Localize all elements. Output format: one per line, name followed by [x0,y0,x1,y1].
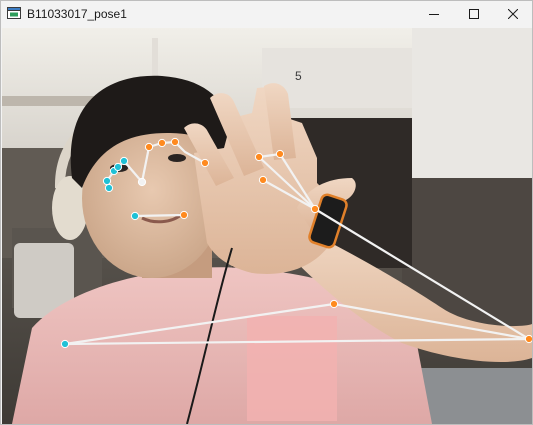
close-icon [508,9,518,19]
shirt-pocket [247,316,337,421]
landmark-nose [137,177,147,187]
landmark-right-ear [200,158,210,168]
landmark-right-eye-outer [170,137,180,147]
landmark-left-ear [113,162,123,172]
landmark-left-eye-top [119,156,129,166]
landmark-right-shoulder [524,334,532,344]
landmark-left-shoulder [60,339,70,349]
app-window: B11033017_pose1 5 [0,0,533,425]
landmark-right-eye-inner [144,142,154,152]
maximize-button[interactable] [454,1,494,27]
maximize-icon [469,9,479,19]
landmark-right-index [275,149,285,159]
landmark-left-eye-outer [104,183,114,193]
landmark-right-pinky [254,152,264,162]
camera-frame: 5 [2,28,532,424]
minimize-button[interactable] [414,1,454,27]
landmark-right-eye [157,138,167,148]
skeleton-mouth [134,213,185,218]
title-bar[interactable]: B11033017_pose1 [1,1,532,27]
window-app-icon [7,7,21,19]
right-eye [168,154,186,162]
landmark-right-wrist [310,204,320,214]
landmark-right-thumb [258,175,268,185]
curtain [412,28,532,178]
locker-number: 5 [295,69,302,83]
landmark-left-eye-inner [102,176,112,186]
minimize-icon [429,14,439,15]
landmark-mouth-right [179,210,189,220]
window-title: B11033017_pose1 [27,7,127,21]
landmark-mouth-left [130,211,140,221]
close-button[interactable] [493,1,533,27]
landmark-right-elbow [329,299,339,309]
camera-view: 5 [2,28,532,424]
